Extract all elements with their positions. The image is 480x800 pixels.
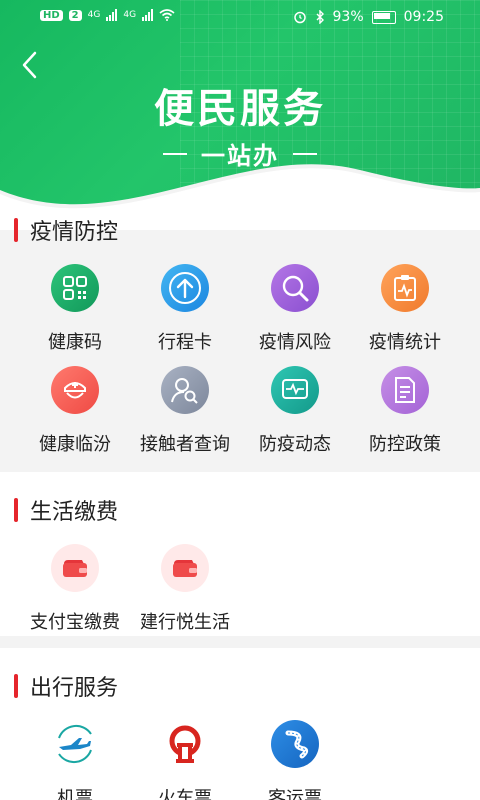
heartbeat-monitor-icon	[271, 366, 319, 414]
item-label: 火车票	[158, 788, 212, 800]
page-title: 便民服务	[154, 86, 326, 132]
grid-item-prevention-news[interactable]: 防疫动态	[240, 366, 350, 456]
section-title-epidemic: 疫情防控	[14, 214, 118, 246]
grid-item-epidemic-stats[interactable]: 疫情统计	[350, 264, 460, 354]
section-marker	[14, 218, 18, 242]
section-epidemic-control: 疫情防控 健康码 行程卡 疫情风险 疫情统计 健康临汾 接触者查询 防疫动态 防…	[0, 200, 480, 460]
grid-item-air-ticket[interactable]: 机票	[20, 720, 130, 800]
item-label: 接触者查询	[140, 434, 230, 455]
status-bar: HD 2 4G 4G 93% 09:25	[0, 0, 480, 36]
item-label: 防疫动态	[259, 434, 331, 455]
item-label: 行程卡	[158, 332, 212, 353]
bus-road-icon	[271, 720, 319, 768]
signal-icon-2	[142, 9, 154, 21]
clock-time: 09:25	[403, 9, 444, 25]
section-life-payment: 生活缴费 支付宝缴费 建行悦生活	[0, 472, 480, 636]
header-banner: HD 2 4G 4G 93% 09:25 便民服务 一站办	[0, 0, 480, 230]
item-label: 客运票	[268, 788, 322, 800]
battery-percent: 93%	[332, 9, 364, 25]
bluetooth-icon	[316, 10, 324, 24]
grid-item-itinerary-card[interactable]: 行程卡	[130, 264, 240, 354]
item-label: 健康码	[48, 332, 102, 353]
grid-item-contact-query[interactable]: 接触者查询	[130, 366, 240, 456]
signal-icon-1	[106, 9, 118, 21]
section-title-payment: 生活缴费	[14, 494, 118, 526]
clipboard-chart-icon	[381, 264, 429, 312]
alarm-icon	[293, 11, 306, 24]
item-label: 疫情统计	[369, 332, 441, 353]
page: HD 2 4G 4G 93% 09:25 便民服务 一站办 疫情防控 健康码 行…	[0, 0, 480, 800]
item-label: 健康临汾	[39, 434, 111, 455]
battery-icon	[371, 10, 396, 24]
train-icon	[161, 720, 209, 768]
grid-item-alipay-payment[interactable]: 支付宝缴费	[20, 544, 130, 634]
section-marker	[14, 674, 18, 698]
grid-item-control-policy[interactable]: 防控政策	[350, 366, 460, 456]
network-label-1: 4G	[87, 10, 101, 20]
airplane-icon	[51, 720, 99, 768]
grid-item-health-code[interactable]: 健康码	[20, 264, 130, 354]
page-subtitle: 一站办	[201, 142, 279, 170]
section-travel-services: 出行服务 机票 火车票 客运票	[0, 648, 480, 800]
person-search-icon	[161, 366, 209, 414]
subtitle-row: 一站办	[0, 136, 480, 171]
item-label: 机票	[57, 788, 93, 800]
wallet-icon	[161, 544, 209, 592]
grid-item-ccb-life[interactable]: 建行悦生活	[130, 544, 240, 634]
subtitle-divider-left	[163, 152, 187, 155]
grid-item-epidemic-risk[interactable]: 疫情风险	[240, 264, 350, 354]
item-label: 疫情风险	[259, 332, 331, 353]
wallet-icon	[51, 544, 99, 592]
grid-item-train-ticket[interactable]: 火车票	[130, 720, 240, 800]
network-label-2: 4G	[123, 10, 137, 20]
section-marker	[14, 498, 18, 522]
section-title-text: 疫情防控	[30, 220, 119, 245]
sim-badge: 2	[68, 9, 82, 21]
nurse-cap-icon	[51, 366, 99, 414]
grid-item-coach-ticket[interactable]: 客运票	[240, 720, 350, 800]
arrow-up-icon	[161, 264, 209, 312]
section-title-travel: 出行服务	[14, 670, 118, 702]
grid-item-health-linfen[interactable]: 健康临汾	[20, 366, 130, 456]
section-title-text: 生活缴费	[30, 500, 119, 525]
item-label: 建行悦生活	[140, 612, 230, 633]
hd-badge: HD	[40, 9, 63, 21]
wifi-icon	[159, 9, 175, 21]
document-icon	[381, 366, 429, 414]
section-title-text: 出行服务	[30, 676, 119, 701]
search-icon	[271, 264, 319, 312]
item-label: 支付宝缴费	[30, 612, 120, 633]
subtitle-divider-right	[293, 152, 317, 155]
item-label: 防控政策	[369, 434, 441, 455]
qr-code-icon	[51, 264, 99, 312]
